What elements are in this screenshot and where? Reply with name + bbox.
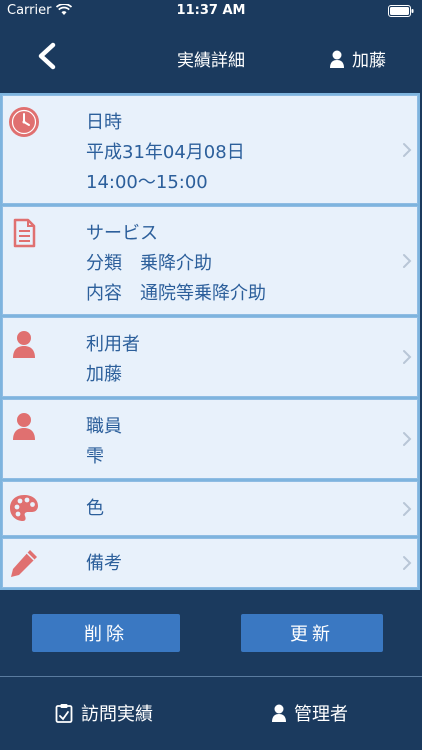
row-content: 色 <box>86 494 104 524</box>
person-icon <box>272 704 286 722</box>
battery-icon <box>388 5 414 17</box>
row-content: 備考 <box>86 549 122 579</box>
row-label: 日時 <box>86 112 122 133</box>
user-name: 加藤 <box>352 51 386 71</box>
chevron-right-icon <box>403 142 412 157</box>
tab-label: 訪問実績 <box>81 704 153 725</box>
row-content: 日時 平成31年04月08日 14:00～15:00 <box>86 108 245 198</box>
tab-admin[interactable]: 管理者 <box>272 700 348 726</box>
status-bar: Carrier 11:37 AM <box>0 0 422 22</box>
clock-icon <box>9 107 39 137</box>
row-content: 利用者 加藤 <box>86 330 140 390</box>
row-value: 内容 通院等乗降介助 <box>86 283 266 304</box>
detail-list: 日時 平成31年04月08日 14:00～15:00 サービス 分類 乗降介助 … <box>0 93 420 590</box>
update-button[interactable]: 更新 <box>241 614 383 652</box>
row-content: サービス 分類 乗降介助 内容 通院等乗降介助 <box>86 219 266 309</box>
row-notes[interactable]: 備考 <box>2 538 418 588</box>
row-label: 職員 <box>86 416 122 437</box>
delete-button[interactable]: 削除 <box>32 614 180 652</box>
row-value: 平成31年04月08日 <box>86 142 245 163</box>
row-label: 色 <box>86 498 104 519</box>
person-icon <box>330 50 344 68</box>
pencil-icon <box>11 550 37 577</box>
chevron-right-icon <box>403 432 412 446</box>
chevron-right-icon <box>403 501 412 516</box>
row-label: 利用者 <box>86 334 140 355</box>
row-value: 加藤 <box>86 364 122 385</box>
person-icon <box>13 331 35 358</box>
nav-bar: 実績詳細 加藤 <box>0 22 422 92</box>
row-label: 備考 <box>86 553 122 574</box>
row-value: 14:00～15:00 <box>86 172 208 193</box>
tab-bar-divider <box>0 676 422 677</box>
tab-label: 管理者 <box>294 704 348 725</box>
row-label: サービス <box>86 223 158 244</box>
chevron-right-icon <box>403 556 412 570</box>
row-value: 分類 乗降介助 <box>86 253 212 274</box>
person-icon <box>13 413 35 440</box>
tab-visit-records[interactable]: 訪問実績 <box>55 700 153 726</box>
chevron-right-icon <box>403 350 412 364</box>
document-icon <box>13 218 36 248</box>
row-staff[interactable]: 職員 雫 <box>2 399 418 479</box>
row-value: 雫 <box>86 446 104 467</box>
row-client[interactable]: 利用者 加藤 <box>2 317 418 397</box>
row-datetime[interactable]: 日時 平成31年04月08日 14:00～15:00 <box>2 95 418 204</box>
chevron-right-icon <box>403 253 412 268</box>
user-button[interactable]: 加藤 <box>330 46 386 71</box>
row-color[interactable]: 色 <box>2 481 418 536</box>
palette-icon <box>10 495 38 521</box>
clipboard-icon <box>55 704 73 723</box>
status-time: 11:37 AM <box>176 3 246 18</box>
row-service[interactable]: サービス 分類 乗降介助 内容 通院等乗降介助 <box>2 206 418 315</box>
row-content: 職員 雫 <box>86 412 122 472</box>
